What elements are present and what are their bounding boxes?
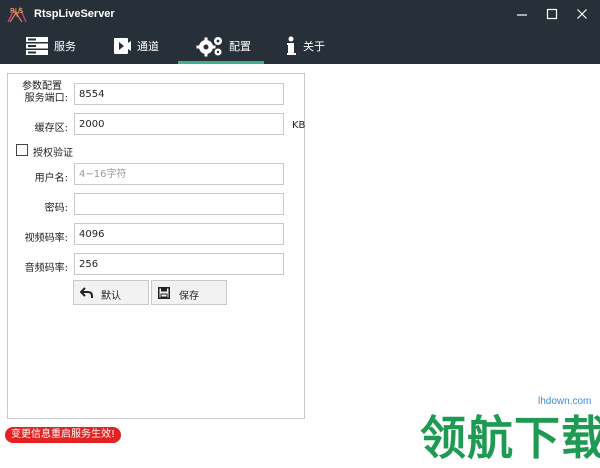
close-icon: [577, 9, 587, 19]
auth-label: 授权验证: [33, 148, 73, 159]
tab-channel[interactable]: 通道: [112, 28, 159, 64]
close-button[interactable]: [570, 4, 594, 24]
server-icon: [26, 37, 48, 55]
tab-channel-label: 通道: [137, 40, 159, 53]
video-bitrate-input[interactable]: [74, 223, 284, 245]
save-button[interactable]: 保存: [151, 280, 227, 305]
maximize-icon: [546, 8, 558, 20]
password-label: 密码:: [44, 203, 68, 214]
default-button-label: 默认: [101, 291, 121, 302]
title-bar: RLS RtspLiveServer 服务 通道 配置 关于: [0, 0, 600, 64]
minimize-icon: [517, 14, 527, 16]
username-input[interactable]: [74, 163, 284, 185]
config-panel: 参数配置 服务端口: 缓存区: KB 授权验证 用户名: 密码: 视频码率: 音…: [0, 64, 600, 450]
logo-text: RLS: [10, 7, 24, 15]
tab-service-label: 服务: [54, 40, 76, 53]
port-input[interactable]: [74, 83, 284, 105]
watermark-text: 领航下载: [420, 411, 600, 465]
info-icon: [287, 36, 296, 55]
minimize-button[interactable]: [510, 4, 534, 24]
maximize-button[interactable]: [540, 4, 564, 24]
audio-bitrate-input[interactable]: [74, 253, 284, 275]
app-logo: RLS: [7, 5, 27, 23]
tab-about[interactable]: 关于: [286, 28, 325, 64]
video-bitrate-label: 视频码率:: [24, 233, 68, 244]
password-input[interactable]: [74, 193, 284, 215]
tab-about-label: 关于: [303, 40, 325, 53]
status-badge: 变更信息重启服务生效!: [5, 427, 122, 443]
buffer-input[interactable]: [74, 113, 284, 135]
auth-checkbox[interactable]: [16, 144, 28, 156]
gears-icon: [196, 37, 222, 57]
default-button[interactable]: 默认: [73, 280, 149, 305]
buffer-unit: KB: [292, 120, 306, 131]
audio-bitrate-label: 音频码率:: [24, 263, 68, 274]
username-label: 用户名:: [34, 173, 68, 184]
app-title: RtspLiveServer: [34, 8, 115, 20]
save-button-label: 保存: [179, 291, 199, 302]
buffer-label: 缓存区:: [34, 123, 68, 134]
tab-config[interactable]: 配置: [196, 28, 251, 64]
tab-service[interactable]: 服务: [25, 28, 76, 64]
video-icon: [114, 38, 131, 54]
port-label: 服务端口:: [24, 93, 68, 104]
tab-config-label: 配置: [229, 40, 251, 53]
